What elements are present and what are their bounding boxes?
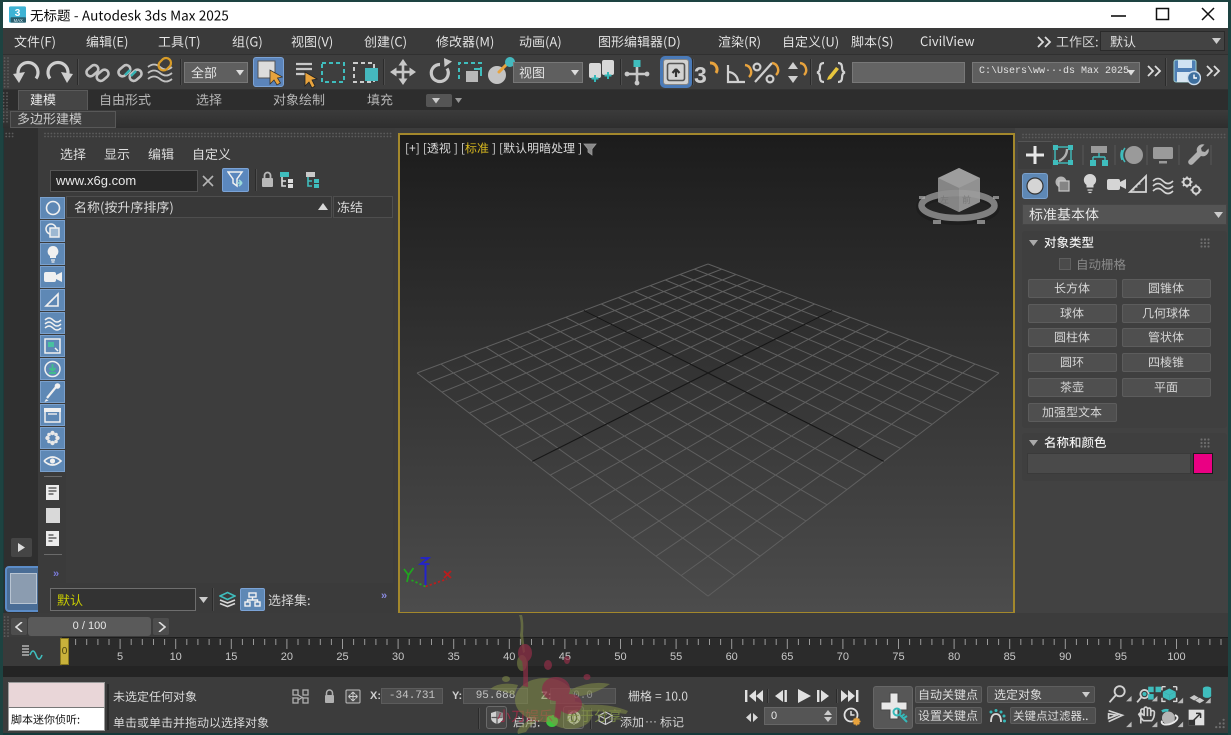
- svg-text:35: 35: [448, 651, 460, 663]
- svg-text:80: 80: [948, 651, 960, 663]
- svg-text:25: 25: [336, 651, 348, 663]
- svg-text:30: 30: [392, 651, 404, 663]
- svg-text:60: 60: [726, 651, 738, 663]
- svg-text:85: 85: [1004, 651, 1016, 663]
- svg-text:15: 15: [225, 651, 237, 663]
- svg-text:100: 100: [1167, 651, 1185, 663]
- svg-text:5: 5: [117, 651, 123, 663]
- svg-text:65: 65: [781, 651, 793, 663]
- svg-text:95: 95: [1115, 651, 1127, 663]
- svg-text:70: 70: [837, 651, 849, 663]
- svg-text:75: 75: [892, 651, 904, 663]
- svg-text:3: 3: [694, 62, 707, 88]
- svg-text:MAX: MAX: [14, 18, 23, 23]
- svg-text:10: 10: [170, 651, 182, 663]
- svg-text:20: 20: [281, 651, 293, 663]
- svg-text:90: 90: [1059, 651, 1071, 663]
